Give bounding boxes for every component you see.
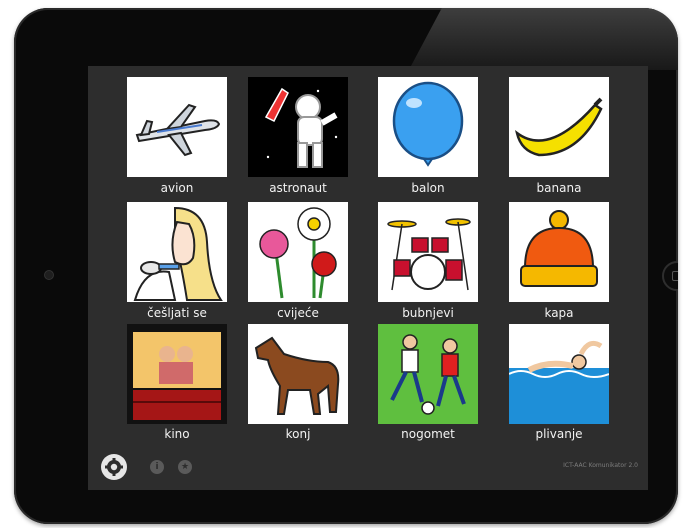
tile-label: kino xyxy=(164,427,190,441)
ipad-frame: avion astronaut balon banana češljati se… xyxy=(14,8,678,524)
tile-label: cvijeće xyxy=(277,306,319,320)
info-icon[interactable]: i xyxy=(150,460,164,474)
tile-avion[interactable] xyxy=(127,77,227,177)
tile-bubnjevi[interactable] xyxy=(378,202,478,302)
tile-plivanje[interactable] xyxy=(509,324,609,424)
astronaut-icon xyxy=(248,77,348,177)
tile-kapa[interactable] xyxy=(509,202,609,302)
banana-icon xyxy=(515,97,603,157)
screen-glare xyxy=(408,8,678,70)
tile-banana[interactable] xyxy=(509,77,609,177)
horse-icon xyxy=(254,336,340,415)
football-icon xyxy=(378,324,478,424)
balloon-icon xyxy=(392,81,464,167)
tile-label: astronaut xyxy=(269,181,327,195)
tile-label: balon xyxy=(411,181,445,195)
tile-label: češljati se xyxy=(147,306,207,320)
camera-icon xyxy=(44,270,54,280)
version-label: ICT-AAC Komunikator 2.0 xyxy=(563,462,638,469)
tile-label: kapa xyxy=(544,306,574,320)
tile-label: avion xyxy=(160,181,194,195)
cinema-icon xyxy=(127,324,227,424)
hat-icon xyxy=(520,210,598,287)
tile-astronaut[interactable] xyxy=(248,77,348,177)
drums-icon xyxy=(387,218,471,291)
tile-label: nogomet xyxy=(401,427,455,441)
swimming-icon xyxy=(509,324,609,424)
star-icon[interactable]: ★ xyxy=(178,460,192,474)
tile-konj[interactable] xyxy=(248,324,348,424)
tile-balon[interactable] xyxy=(378,77,478,177)
app-screen: avion astronaut balon banana češljati se… xyxy=(88,66,648,490)
tile-kino[interactable] xyxy=(127,324,227,424)
flowers-icon xyxy=(259,207,337,299)
tile-nogomet[interactable] xyxy=(378,324,478,424)
tile-label: konj xyxy=(285,427,311,441)
airplane-icon xyxy=(135,103,221,157)
bottom-toolbar: i ★ ICT-AAC Komunikator 2.0 xyxy=(88,451,648,487)
tile-label: banana xyxy=(536,181,582,195)
gear-icon[interactable] xyxy=(100,453,128,481)
tile-label: bubnjevi xyxy=(402,306,454,320)
tile-cesljati-se[interactable] xyxy=(127,202,227,302)
tile-cvijece[interactable] xyxy=(248,202,348,302)
home-button-icon[interactable] xyxy=(662,261,678,291)
tile-label: plivanje xyxy=(535,427,583,441)
comb-hair-icon xyxy=(133,206,223,301)
